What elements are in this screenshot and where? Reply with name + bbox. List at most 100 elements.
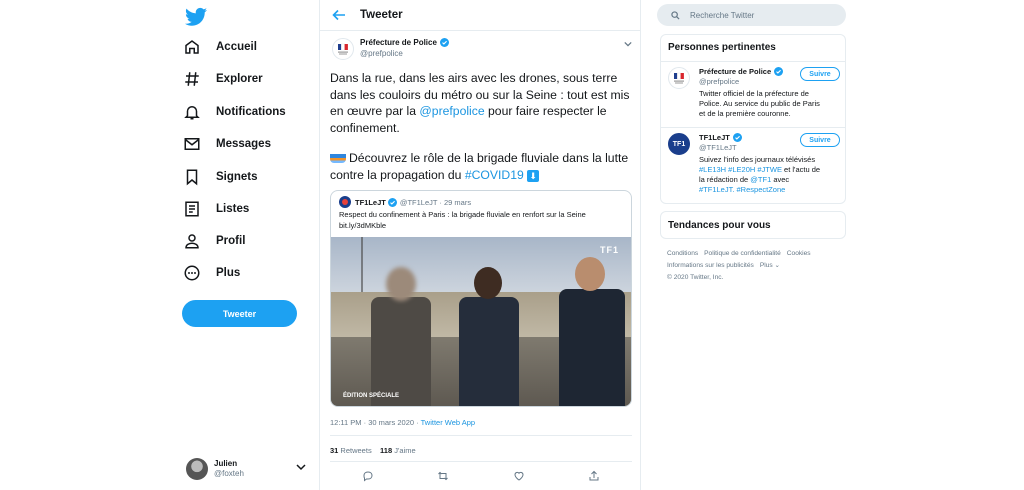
tweet-meta: 12:11 PM · 30 mars 2020 · Twitter Web Ap…	[330, 418, 475, 427]
verified-badge-icon	[732, 133, 742, 142]
nav-label: Profil	[216, 235, 246, 247]
boat-emoji-icon	[330, 154, 346, 163]
nav-label: Listes	[216, 203, 250, 215]
nav-item-profile[interactable]: Profil	[183, 229, 245, 253]
mention-link[interactable]: @TF1	[750, 175, 771, 184]
sidebar-nav: Accueil Explorer Notifications Messages …	[172, 0, 307, 490]
search-icon	[671, 10, 680, 20]
tweet-text: Dans la rue, dans les airs avec les dron…	[330, 70, 635, 183]
person-name-row: Préfecture de Police	[699, 67, 784, 76]
retweet-icon[interactable]	[437, 470, 449, 482]
retweets-stat[interactable]: 31 Retweets	[330, 446, 372, 455]
person-icon	[185, 234, 199, 249]
mention-link[interactable]: @prefpolice	[419, 104, 484, 118]
nav-label: Notifications	[216, 106, 286, 118]
share-icon[interactable]	[588, 470, 600, 482]
nav-label: Explorer	[216, 73, 263, 85]
envelope-icon	[184, 138, 200, 150]
account-name: Julien	[214, 459, 238, 468]
nav-item-notifications[interactable]: Notifications	[183, 100, 286, 124]
nav-label: Accueil	[216, 41, 257, 53]
trends-panel: Tendances pour vous	[660, 211, 846, 239]
bell-icon	[184, 106, 200, 120]
nav-item-lists[interactable]: Listes	[183, 197, 249, 221]
verified-badge-icon	[387, 197, 397, 207]
author-name-row[interactable]: Préfecture de Police	[360, 38, 449, 47]
footer-link[interactable]: Informations sur les publicités	[667, 262, 754, 269]
edition-speciale-label: ÉDITION SPÉCIALE	[343, 393, 400, 399]
nav-item-bookmarks[interactable]: Signets	[183, 165, 258, 189]
tf1-watermark: TF1	[599, 245, 619, 255]
tweet-source[interactable]: Twitter Web App	[421, 418, 475, 427]
prefecture-logo-icon	[674, 72, 684, 84]
person-handle: @TF1LeJT	[699, 143, 737, 152]
tweet-stats: 31 Retweets 118 J'aime	[330, 446, 416, 455]
column-header: Tweeter	[320, 0, 640, 31]
person-handle: @prefpolice	[699, 77, 740, 86]
nav-item-more[interactable]: Plus	[183, 261, 240, 285]
nav-item-home[interactable]: Accueil	[183, 35, 257, 59]
down-arrow-emoji-icon: ⬇	[527, 169, 540, 182]
tweet-detail-column: Tweeter Préfecture de Police @prefpolice…	[319, 0, 641, 490]
author-handle: @prefpolice	[360, 49, 403, 58]
divider	[661, 61, 845, 62]
likes-label: J'aime	[392, 446, 416, 455]
nav-label: Plus	[216, 267, 241, 279]
quoted-author-name: TF1LeJT	[355, 197, 386, 207]
follow-button[interactable]: Suivre	[800, 133, 840, 147]
footer-link[interactable]: Cookies	[787, 250, 811, 257]
bio-text: Suivez l'info des journaux télévisés	[699, 155, 816, 164]
back-arrow-icon[interactable]	[332, 8, 346, 22]
account-handle: @foxteh	[214, 469, 244, 478]
hashtag-link[interactable]: #TF1LeJT. #RespectZone	[699, 185, 785, 194]
search-bar[interactable]	[657, 4, 846, 26]
follow-button[interactable]: Suivre	[800, 67, 840, 81]
tf1-avatar[interactable]: TF1	[668, 133, 690, 155]
tweet-author: Préfecture de Police @prefpolice	[332, 36, 632, 66]
bio-text: avec	[771, 175, 790, 184]
likes-count: 118	[380, 446, 393, 455]
list-icon	[185, 201, 199, 217]
relevant-people-panel: Personnes pertinentes Préfecture de Poli…	[660, 34, 846, 204]
verified-badge-icon	[774, 67, 784, 76]
quoted-author-handle: @TF1LeJT · 29 mars	[399, 197, 472, 207]
media-figure	[474, 267, 502, 299]
nav-item-explore[interactable]: Explorer	[183, 67, 263, 91]
person-bio: Twitter officiel de la préfecture de Pol…	[699, 89, 820, 118]
bookmark-icon	[186, 169, 198, 186]
quoted-tweet[interactable]: TF1LeJT @TF1LeJT · 29 mars Respect du co…	[330, 190, 632, 407]
prefecture-avatar[interactable]	[332, 38, 354, 60]
search-input[interactable]	[690, 10, 840, 20]
author-name: Préfecture de Police	[360, 38, 437, 47]
person-name: Préfecture de Police	[699, 67, 772, 76]
account-switcher[interactable]: Julien @foxteh	[186, 456, 306, 482]
video-thumbnail[interactable]: TF1 ÉDITION SPÉCIALE	[331, 237, 631, 406]
media-figure	[559, 289, 625, 406]
verified-badge-icon	[439, 38, 449, 47]
media-figure	[459, 297, 519, 406]
reply-icon[interactable]	[362, 470, 374, 482]
media-figure	[386, 267, 416, 301]
person-name: TF1LeJT	[699, 133, 730, 142]
prefecture-avatar[interactable]	[668, 67, 690, 89]
tweet-timestamp[interactable]: 12:11 PM · 30 mars 2020 ·	[330, 418, 421, 427]
hashtag-icon	[185, 72, 199, 86]
avatar	[186, 458, 208, 480]
divider	[661, 127, 845, 128]
footer-link[interactable]: Conditions	[667, 250, 698, 257]
twitter-bird-icon[interactable]	[185, 7, 207, 27]
like-heart-icon[interactable]	[513, 470, 525, 482]
more-circle-icon	[184, 265, 200, 281]
tweet-actions	[330, 470, 632, 482]
person-bio: Suivez l'info des journaux télévisés #LE…	[699, 155, 821, 195]
hashtag-link[interactable]: #COVID19	[465, 168, 524, 182]
footer-link[interactable]: Politique de confidentialité	[704, 250, 781, 257]
media-figure	[371, 297, 431, 406]
tweet-button[interactable]: Tweeter	[182, 300, 297, 327]
footer-link[interactable]: Plus ⌄	[760, 262, 780, 269]
nav-item-messages[interactable]: Messages	[183, 132, 271, 156]
likes-stat[interactable]: 118 J'aime	[380, 446, 416, 455]
hashtag-link[interactable]: #LE13H #LE20H #JTWE	[699, 165, 782, 174]
chevron-down-icon[interactable]	[624, 40, 632, 48]
prefecture-logo-icon	[338, 43, 348, 55]
